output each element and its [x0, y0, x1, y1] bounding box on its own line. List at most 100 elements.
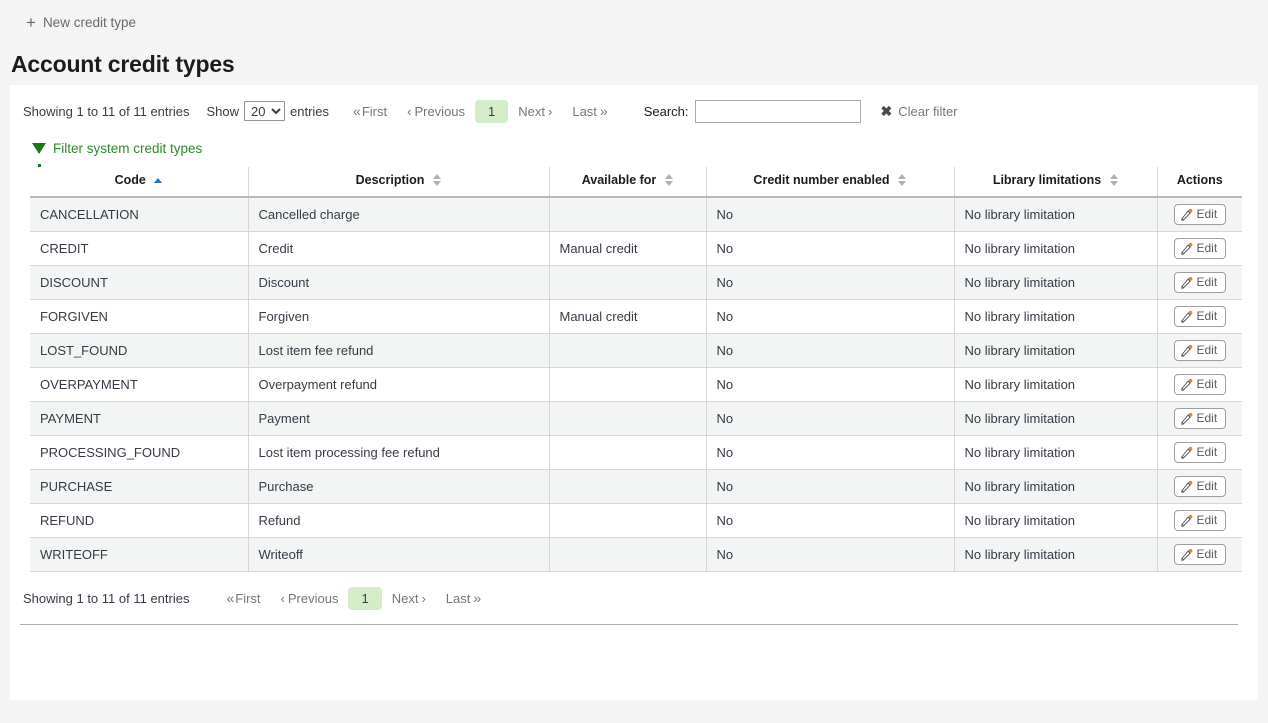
- edit-button[interactable]: Edit: [1174, 272, 1227, 293]
- table-row: WRITEOFFWriteoff NoNo library limitation E…: [30, 538, 1242, 572]
- cell-description: Overpayment refund: [248, 368, 549, 402]
- filter-system-credit-types-link[interactable]: Filter system credit types: [53, 141, 202, 156]
- cell-library-limitations: No library limitation: [954, 538, 1157, 572]
- search-input[interactable]: [695, 100, 861, 123]
- cell-available-for: [549, 266, 706, 300]
- edit-button[interactable]: Edit: [1174, 238, 1227, 259]
- cell-library-limitations: No library limitation: [954, 504, 1157, 538]
- pagination-next[interactable]: Next›: [382, 587, 436, 610]
- cell-actions: Edit: [1157, 232, 1242, 266]
- edit-button[interactable]: Edit: [1174, 340, 1227, 361]
- cell-library-limitations: No library limitation: [954, 266, 1157, 300]
- column-header-description-label: Description: [356, 173, 425, 187]
- pagination-page-1[interactable]: 1: [348, 587, 381, 610]
- search-control: Search:: [644, 100, 861, 123]
- page-length-select[interactable]: 20: [244, 101, 285, 121]
- table-row: CREDITCreditManual creditNoNo library li…: [30, 232, 1242, 266]
- double-chevron-left-icon: «: [353, 103, 359, 119]
- column-header-description[interactable]: Description: [248, 167, 549, 197]
- pencil-icon: [1181, 277, 1193, 289]
- pagination-next[interactable]: Next›: [508, 100, 562, 123]
- chevron-right-icon: ›: [548, 104, 552, 119]
- pencil-icon: [1181, 549, 1193, 561]
- pagination-bottom: «First ‹Previous 1 Next› Last»: [216, 586, 489, 610]
- edit-button-label: Edit: [1197, 446, 1218, 459]
- cell-description: Forgiven: [248, 300, 549, 334]
- edit-button[interactable]: Edit: [1174, 510, 1227, 531]
- pagination-last[interactable]: Last»: [436, 586, 489, 610]
- entries-label: entries: [290, 104, 329, 119]
- pagination-first-label: First: [362, 104, 387, 119]
- pagination-page-1[interactable]: 1: [475, 100, 508, 123]
- edit-button[interactable]: Edit: [1174, 374, 1227, 395]
- cell-code: OVERPAYMENT: [30, 368, 248, 402]
- cell-credit-number-enabled: No: [706, 300, 954, 334]
- edit-button-label: Edit: [1197, 276, 1218, 289]
- edit-button-label: Edit: [1197, 344, 1218, 357]
- column-header-code-label: Code: [115, 173, 146, 187]
- new-credit-type-button[interactable]: + New credit type: [20, 10, 142, 35]
- cell-description: Cancelled charge: [248, 197, 549, 232]
- pencil-icon: [1181, 447, 1193, 459]
- cell-credit-number-enabled: No: [706, 402, 954, 436]
- column-header-credit-number-enabled[interactable]: Credit number enabled: [706, 167, 954, 197]
- top-toolbar: + New credit type: [0, 0, 1268, 45]
- pagination-last[interactable]: Last»: [562, 99, 615, 123]
- pagination-previous[interactable]: ‹Previous: [271, 587, 349, 610]
- cell-code: FORGIVEN: [30, 300, 248, 334]
- cell-description: Payment: [248, 402, 549, 436]
- edit-button[interactable]: Edit: [1174, 442, 1227, 463]
- cell-code: PURCHASE: [30, 470, 248, 504]
- cell-description: Lost item fee refund: [248, 334, 549, 368]
- plus-icon: +: [26, 14, 36, 31]
- cell-credit-number-enabled: No: [706, 538, 954, 572]
- clear-filter-button[interactable]: ✖ Clear filter: [881, 104, 958, 119]
- table-row: DISCOUNTDiscountNoNo library limitationE…: [30, 266, 1242, 300]
- table-row: PAYMENTPaymentNoNo library limitationEdi…: [30, 402, 1242, 436]
- cell-available-for: [549, 504, 706, 538]
- cell-actions: Edit: [1157, 300, 1242, 334]
- cell-actions: Edit: [1157, 504, 1242, 538]
- cell-library-limitations: No library limitation: [954, 368, 1157, 402]
- column-header-available-for[interactable]: Available for: [549, 167, 706, 197]
- pagination-previous[interactable]: ‹Previous: [397, 100, 475, 123]
- sort-both-icon: [664, 174, 673, 186]
- edit-button[interactable]: Edit: [1174, 476, 1227, 497]
- pagination-first[interactable]: «First: [343, 99, 397, 123]
- new-credit-type-label: New credit type: [43, 15, 136, 30]
- cell-actions: Edit: [1157, 197, 1242, 232]
- edit-button-label: Edit: [1197, 412, 1218, 425]
- column-header-actions-label: Actions: [1177, 173, 1223, 187]
- edit-button[interactable]: Edit: [1174, 544, 1227, 565]
- cell-code: CANCELLATION: [30, 197, 248, 232]
- edit-button[interactable]: Edit: [1174, 408, 1227, 429]
- edit-button[interactable]: Edit: [1174, 204, 1227, 225]
- double-chevron-left-icon: «: [226, 590, 232, 606]
- table-container: Code Description Available for: [10, 159, 1258, 572]
- pagination-first[interactable]: «First: [216, 586, 270, 610]
- cell-code: WRITEOFF: [30, 538, 248, 572]
- table-footer: Showing 1 to 11 of 11 entries «First ‹Pr…: [10, 572, 1258, 610]
- chevron-right-icon: ›: [421, 591, 425, 606]
- cell-available-for: [549, 402, 706, 436]
- sort-ascending-icon: [154, 178, 163, 183]
- edit-button-label: Edit: [1197, 548, 1218, 561]
- cell-actions: Edit: [1157, 436, 1242, 470]
- cell-description: Refund: [248, 504, 549, 538]
- cell-code: CREDIT: [30, 232, 248, 266]
- cell-library-limitations: No library limitation: [954, 436, 1157, 470]
- cell-description: Purchase: [248, 470, 549, 504]
- pencil-icon: [1181, 515, 1193, 527]
- pencil-icon: [1181, 311, 1193, 323]
- cell-credit-number-enabled: No: [706, 334, 954, 368]
- column-header-library-limitations[interactable]: Library limitations: [954, 167, 1157, 197]
- cell-library-limitations: No library limitation: [954, 470, 1157, 504]
- cell-description: Writeoff: [248, 538, 549, 572]
- edit-button[interactable]: Edit: [1174, 306, 1227, 327]
- sort-both-icon: [1109, 174, 1118, 186]
- cell-available-for: Manual credit: [549, 232, 706, 266]
- table-row: FORGIVENForgivenManual creditNoNo librar…: [30, 300, 1242, 334]
- column-header-code[interactable]: Code: [30, 167, 248, 197]
- table-header: Code Description Available for: [30, 167, 1242, 197]
- table-row: PURCHASEPurchaseNoNo library limitationE…: [30, 470, 1242, 504]
